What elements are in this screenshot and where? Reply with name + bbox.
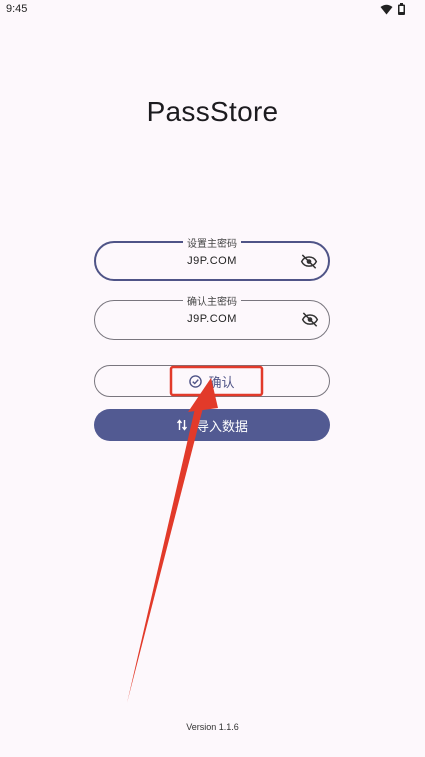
swap-vertical-icon (176, 419, 188, 431)
battery-icon (398, 3, 405, 15)
import-data-button[interactable]: 导入数据 (94, 409, 330, 441)
set-master-password-label: 设置主密码 (183, 235, 241, 250)
confirm-button-label: 确认 (208, 374, 235, 390)
status-time: 9:45 (6, 3, 28, 15)
app-title: PassStore (146, 96, 279, 127)
annotation-arrow (127, 404, 204, 703)
check-circle-icon (189, 374, 203, 388)
status-bar: 9:45 (0, 0, 425, 20)
confirm-master-password-value[interactable]: J9P.COM (95, 313, 329, 325)
confirm-master-password-field[interactable]: 确认主密码 J9P.COM (94, 293, 330, 340)
version-text: Version 1.1.6 (186, 722, 239, 732)
visibility-off-icon[interactable] (299, 252, 319, 272)
set-master-password-value[interactable]: J9P.COM (96, 255, 328, 267)
status-icons (380, 3, 405, 15)
visibility-off-icon[interactable] (300, 310, 320, 330)
import-data-label: 导入数据 (195, 418, 248, 434)
set-master-password-field[interactable]: 设置主密码 J9P.COM (94, 235, 330, 281)
confirm-master-password-label: 确认主密码 (183, 293, 241, 308)
wifi-icon (380, 4, 393, 14)
confirm-button[interactable]: 确认 (94, 365, 330, 397)
